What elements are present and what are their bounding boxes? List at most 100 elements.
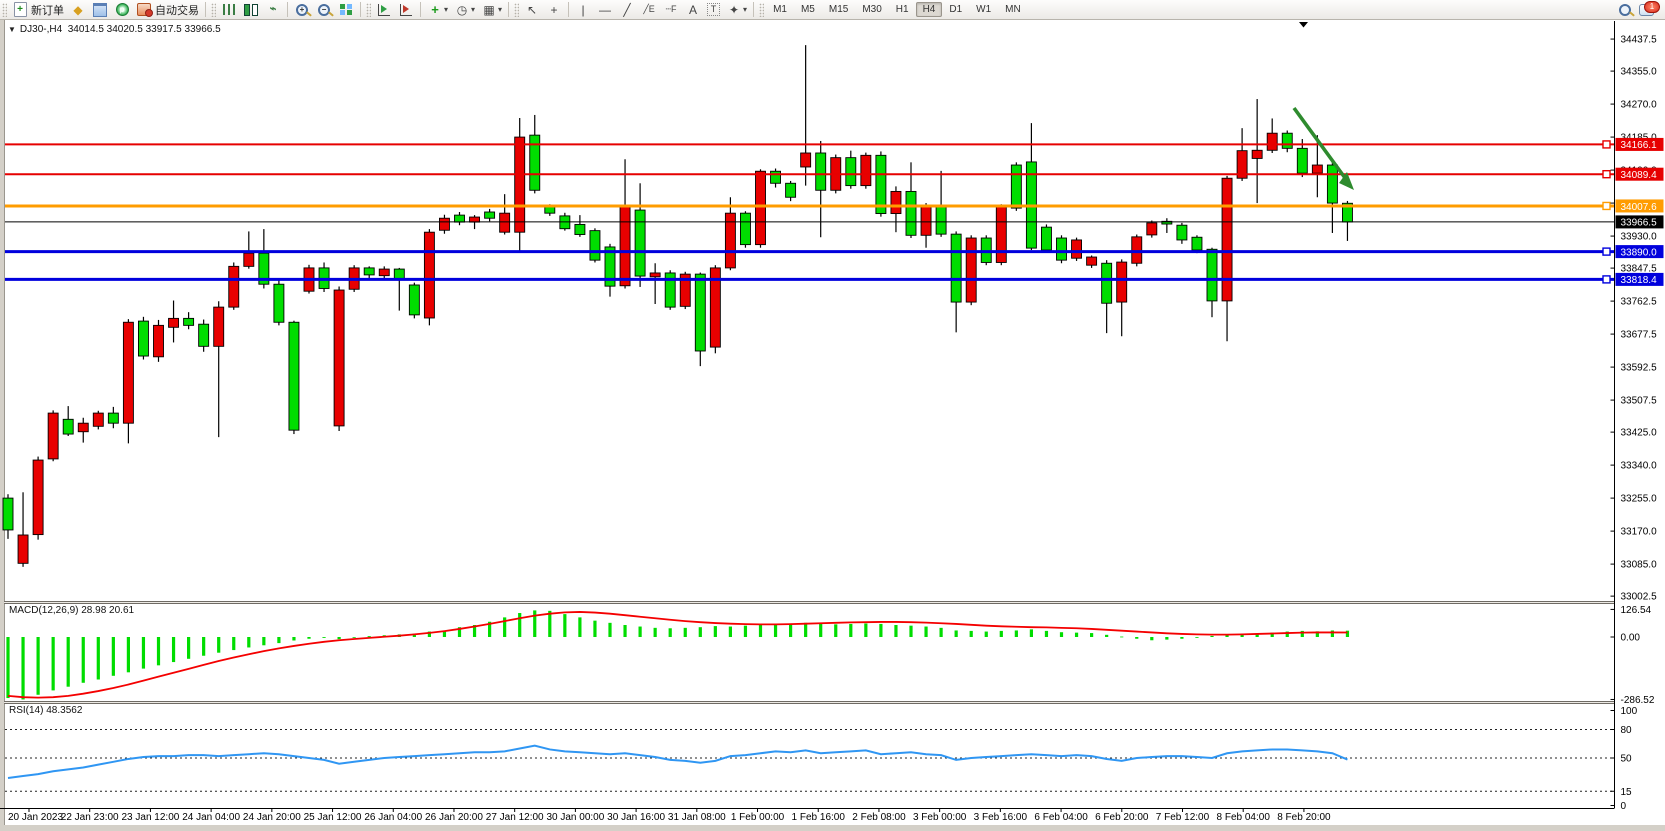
autotrading-label: 自动交易 — [155, 2, 199, 18]
svg-text:23 Jan 12:00: 23 Jan 12:00 — [122, 812, 180, 823]
timeframe-MN[interactable]: MN — [998, 2, 1028, 17]
svg-text:22 Jan 23:00: 22 Jan 23:00 — [61, 812, 119, 823]
text-button[interactable]: A — [682, 1, 704, 18]
main-toolbar: + 新订单 ◆ p 自动交易 ⌁ + − +▾ ◷▾ ▦▾ ↖ + | — ╱ … — [0, 0, 1665, 20]
templates-button[interactable]: ▦▾ — [478, 1, 505, 18]
svg-text:33507.5: 33507.5 — [1621, 396, 1658, 407]
zoom-out-button[interactable]: − — [313, 1, 335, 18]
chat-icon: 1 — [1639, 4, 1654, 16]
timeframe-M1[interactable]: M1 — [766, 2, 794, 17]
horizontal-line-button[interactable]: — — [594, 1, 616, 18]
chevron-down-icon: ▾ — [471, 5, 475, 14]
price-label-34007.6: 34007.6 — [1616, 199, 1664, 212]
crosshair-button[interactable]: + — [543, 1, 565, 18]
bar-chart-button[interactable] — [218, 1, 240, 18]
chart-shift-button[interactable] — [395, 1, 417, 18]
new-order-button[interactable]: + 新订单 — [9, 1, 67, 18]
vertical-line-icon: | — [575, 2, 591, 17]
timeframe-M30[interactable]: M30 — [855, 2, 888, 17]
autotrading-button[interactable]: 自动交易 — [133, 1, 202, 18]
svg-text:33340.0: 33340.0 — [1621, 461, 1658, 472]
bar-chart-icon — [223, 4, 235, 15]
chevron-down-icon: ▾ — [743, 5, 747, 14]
horizontal-line-icon: — — [597, 2, 613, 17]
trendline-icon: ╱ — [619, 2, 635, 17]
svg-text:1 Feb 16:00: 1 Feb 16:00 — [792, 812, 846, 823]
price-label-33818.4: 33818.4 — [1616, 273, 1664, 286]
svg-text:8 Feb 04:00: 8 Feb 04:00 — [1217, 812, 1271, 823]
timeframe-W1[interactable]: W1 — [969, 2, 998, 17]
hline-handle — [1603, 276, 1610, 283]
timeframe-D1[interactable]: D1 — [942, 2, 969, 17]
fibonacci-button[interactable]: ┄F — [660, 1, 682, 18]
chart-window-icon — [93, 3, 107, 17]
cursor-button[interactable]: ↖ — [521, 1, 543, 18]
hline-handle — [1603, 171, 1610, 178]
zoom-in-button[interactable]: + — [291, 1, 313, 18]
market-watch-button[interactable]: ◆ — [67, 1, 89, 18]
panel-splitter[interactable] — [4, 701, 1665, 704]
equidistant-channel-button[interactable]: ╱E — [638, 1, 660, 18]
periods-button[interactable]: ◷▾ — [451, 1, 478, 18]
collapse-triangle-icon: ▼ — [8, 25, 16, 34]
svg-text:33677.5: 33677.5 — [1621, 330, 1658, 341]
timeframe-bar: M1M5M15M30H1H4D1W1MN — [766, 4, 1028, 15]
timeframe-H4[interactable]: H4 — [916, 2, 943, 17]
vertical-line-button[interactable]: | — [572, 1, 594, 18]
svg-text:0: 0 — [1621, 801, 1627, 812]
svg-text:30 Jan 16:00: 30 Jan 16:00 — [607, 812, 665, 823]
svg-text:33002.5: 33002.5 — [1621, 592, 1658, 603]
svg-text:-286.52: -286.52 — [1621, 695, 1655, 706]
auto-scroll-icon — [378, 4, 390, 16]
text-label-button[interactable]: T — [704, 1, 723, 18]
trendline-button[interactable]: ╱ — [616, 1, 638, 18]
svg-text:50: 50 — [1621, 754, 1633, 765]
search-button[interactable] — [1614, 1, 1636, 18]
svg-text:33592.5: 33592.5 — [1621, 363, 1658, 374]
svg-text:25 Jan 12:00: 25 Jan 12:00 — [304, 812, 362, 823]
toolbar-grip[interactable] — [2, 3, 7, 17]
svg-text:33085.0: 33085.0 — [1621, 560, 1658, 571]
candlestick-chart-button[interactable] — [240, 1, 262, 18]
timeframe-H1[interactable]: H1 — [889, 2, 916, 17]
line-chart-button[interactable]: ⌁ — [262, 1, 284, 18]
tile-windows-button[interactable] — [335, 1, 357, 18]
svg-text:33170.0: 33170.0 — [1621, 527, 1658, 538]
timeframe-M5[interactable]: M5 — [794, 2, 822, 17]
macd-indicator-label: MACD(12,26,9) 28.98 20.61 — [9, 605, 134, 616]
svg-text:126.54: 126.54 — [1621, 605, 1652, 616]
hline-handle — [1603, 141, 1610, 148]
signals-button[interactable]: p — [111, 1, 133, 18]
svg-text:33930.0: 33930.0 — [1621, 232, 1658, 243]
price-label-33966.5: 33966.5 — [1616, 215, 1664, 228]
notification-badge: 1 — [1644, 1, 1660, 13]
svg-text:26 Jan 20:00: 26 Jan 20:00 — [425, 812, 483, 823]
candlestick-icon — [243, 2, 259, 17]
timeframe-M15[interactable]: M15 — [822, 2, 855, 17]
notifications-button[interactable]: 1 — [1636, 1, 1665, 18]
chart-canvas[interactable]: 34437.534355.034270.034185.034100.034015… — [0, 0, 1665, 831]
svg-text:33966.5: 33966.5 — [1621, 218, 1658, 229]
search-icon — [1619, 4, 1631, 16]
svg-text:6 Feb 20:00: 6 Feb 20:00 — [1095, 812, 1149, 823]
text-icon: A — [685, 2, 701, 17]
arrows-button[interactable]: ✦▾ — [723, 1, 750, 18]
signal-icon: p — [116, 3, 129, 16]
indicators-button[interactable]: +▾ — [424, 1, 451, 18]
chevron-down-icon: ▾ — [444, 5, 448, 14]
template-icon: ▦ — [481, 2, 497, 17]
svg-text:8 Feb 20:00: 8 Feb 20:00 — [1277, 812, 1331, 823]
svg-text:24 Jan 20:00: 24 Jan 20:00 — [243, 812, 301, 823]
price-label-34089.4: 34089.4 — [1616, 168, 1664, 181]
chart-title[interactable]: ▼DJ30-,H4 34014.5 34020.5 33917.5 33966.… — [8, 24, 221, 35]
panel-splitter[interactable] — [4, 601, 1665, 604]
svg-text:80: 80 — [1621, 725, 1633, 736]
svg-text:30 Jan 00:00: 30 Jan 00:00 — [546, 812, 604, 823]
add-indicator-icon: + — [427, 2, 443, 17]
svg-text:34089.4: 34089.4 — [1621, 170, 1658, 181]
svg-text:3 Feb 16:00: 3 Feb 16:00 — [974, 812, 1028, 823]
price-label-33890.0: 33890.0 — [1616, 245, 1664, 258]
auto-scroll-button[interactable] — [373, 1, 395, 18]
new-chart-button[interactable] — [89, 1, 111, 18]
svg-text:15: 15 — [1621, 787, 1633, 798]
